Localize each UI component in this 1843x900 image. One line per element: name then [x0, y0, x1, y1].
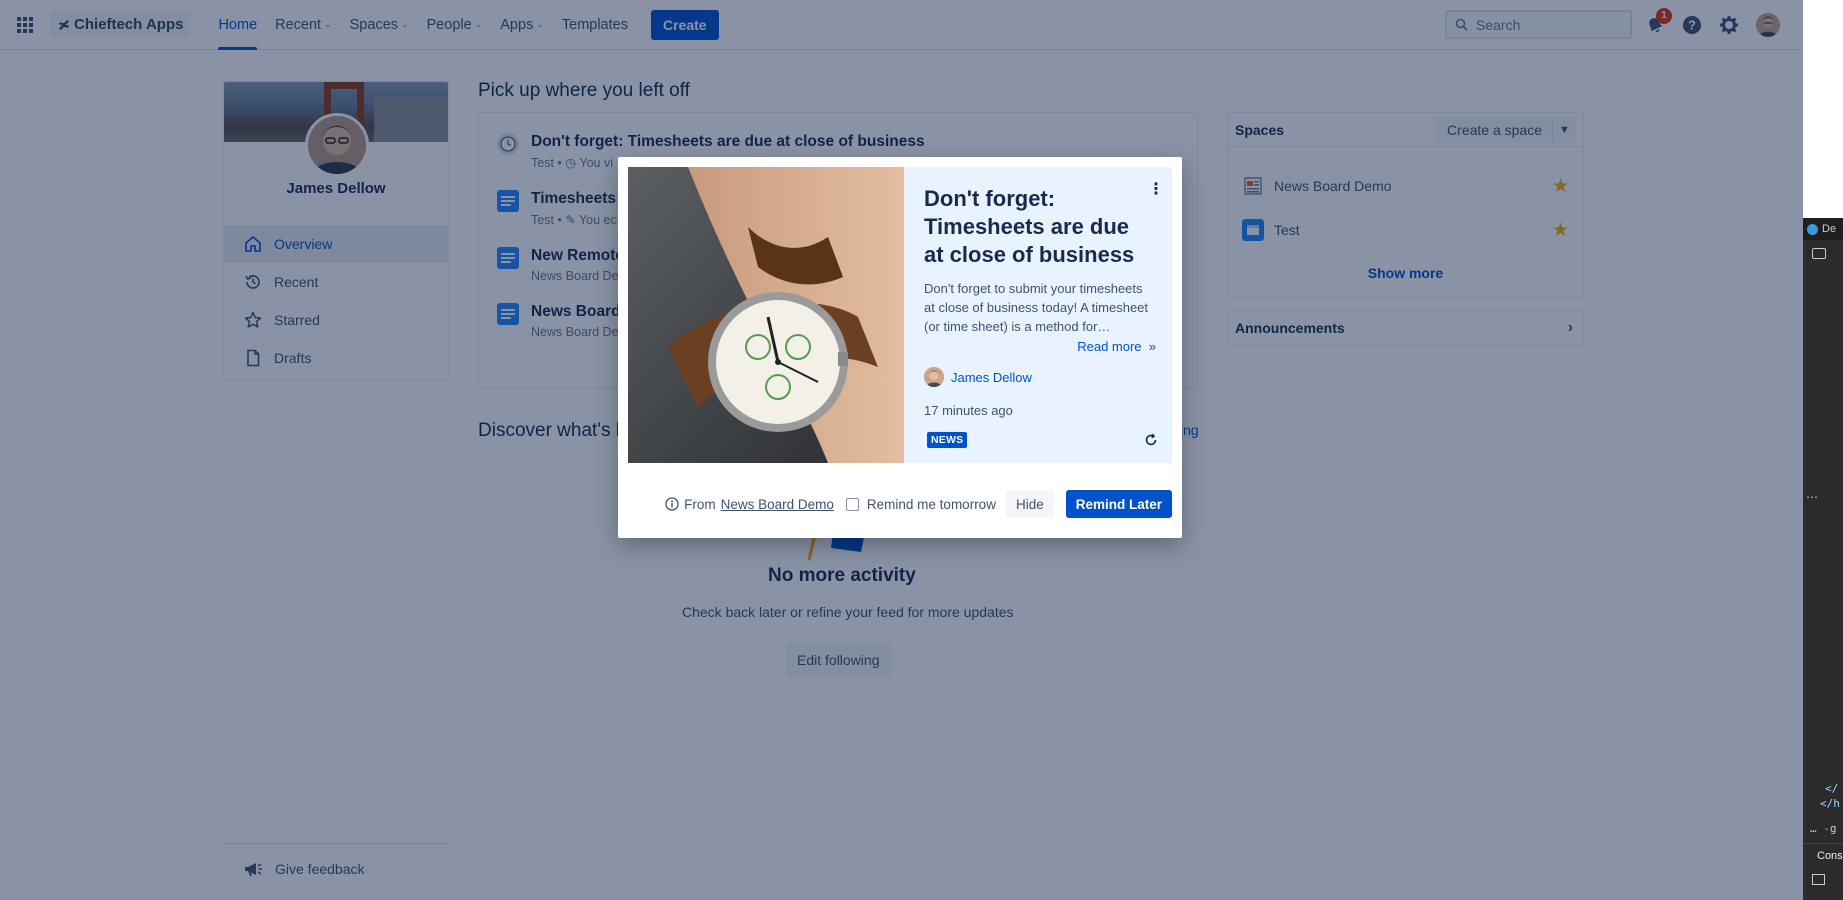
devtools-tab[interactable]: De [1803, 218, 1843, 240]
device-toolbar-icon[interactable] [1812, 248, 1826, 259]
avatar [924, 367, 944, 387]
devtools-tab-label: De [1822, 223, 1837, 235]
from-space-link[interactable]: News Board Demo [721, 497, 834, 512]
refresh-icon[interactable] [1144, 433, 1158, 452]
drawer-icon[interactable] [1812, 874, 1825, 885]
news-title[interactable]: Don't forget: Timesheets are due at clos… [924, 185, 1144, 269]
modal-footer: From News Board Demo Remind me tomorrow … [618, 488, 1182, 520]
watch-photo-icon [628, 167, 904, 463]
from-label: From [684, 496, 716, 512]
news-excerpt: Don't forget to submit your timesheets a… [924, 281, 1149, 334]
published-time: 17 minutes ago [924, 403, 1013, 418]
checkbox[interactable] [845, 497, 859, 511]
author-link[interactable]: James Dellow [924, 367, 1032, 387]
read-more-label: Read more [1077, 339, 1142, 354]
double-chevron-right-icon: » [1145, 339, 1156, 354]
news-lozenge: NEWS [927, 432, 968, 448]
devtools-code-line: </h [1820, 797, 1840, 810]
news-body: Don't forget: Timesheets are due at clos… [924, 167, 1172, 463]
remind-later-button[interactable]: Remind Later [1065, 490, 1172, 518]
author-name: James Dellow [951, 369, 1032, 385]
news-reminder-modal: Don't forget: Timesheets are due at clos… [618, 157, 1182, 538]
news-image-watch [628, 167, 904, 463]
remind-tomorrow-checkbox[interactable]: Remind me tomorrow [845, 496, 996, 512]
from-space-info: From News Board Demo [665, 497, 834, 512]
more-options-icon[interactable]: ⋯ [1806, 490, 1818, 504]
remind-tomorrow-label: Remind me tomorrow [866, 496, 996, 512]
devtools-breadcrumb: … ˗g [1810, 822, 1837, 835]
read-more-link[interactable]: Read more » [1077, 339, 1156, 354]
window-gap [1803, 0, 1843, 218]
browser-icon [1807, 223, 1818, 235]
devtools-code-line: </ [1825, 782, 1839, 795]
console-tab[interactable]: Cons [1803, 843, 1843, 867]
more-options-icon[interactable]: ⋮ [1148, 179, 1164, 199]
news-card: Don't forget: Timesheets are due at clos… [628, 167, 1172, 463]
info-icon [665, 497, 679, 511]
hide-button[interactable]: Hide [1005, 490, 1054, 518]
